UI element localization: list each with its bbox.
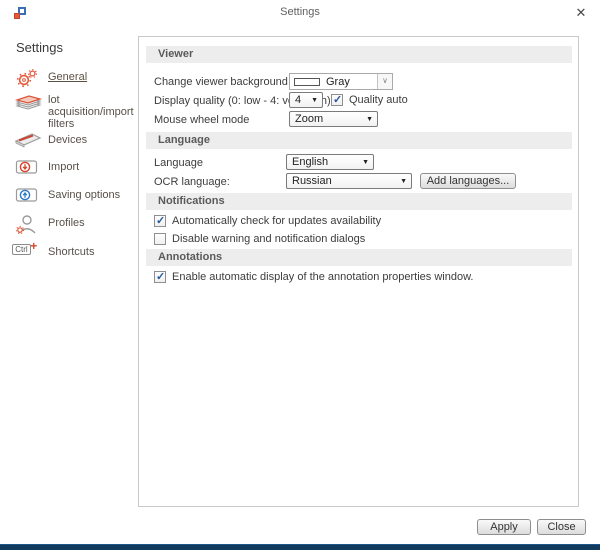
dropdown-arrow-icon: ▼	[311, 97, 318, 104]
sidebar-item-label: lot acquisition/import filters	[48, 94, 134, 130]
gears-icon	[14, 68, 42, 88]
background-color-combobox[interactable]: Gray ∨	[289, 73, 393, 90]
import-arrow-icon	[14, 158, 42, 178]
section-header-language: Language	[146, 132, 572, 149]
sidebar-item-label: Profiles	[48, 217, 85, 229]
check-icon: ✓	[156, 214, 165, 227]
sidebar-item-label: General	[48, 71, 87, 83]
gray-color-swatch	[294, 78, 320, 86]
apply-button[interactable]: Apply	[477, 519, 531, 535]
ocr-language-label: OCR language:	[154, 176, 230, 188]
mouse-wheel-dropdown[interactable]: Zoom ▼	[289, 111, 378, 127]
settings-panel: Viewer Change viewer background color Gr…	[138, 36, 579, 507]
language-label: Language	[154, 157, 203, 169]
dropdown-arrow-icon: ▼	[366, 116, 373, 123]
sheets-stack-icon	[14, 91, 42, 111]
title-bar: Settings ✕	[0, 0, 600, 26]
language-dropdown[interactable]: English ▼	[286, 154, 374, 170]
dropdown-arrow-icon: ▼	[362, 159, 369, 166]
scanner-icon	[14, 131, 42, 151]
sidebar-item-label: Import	[48, 161, 79, 173]
section-header-annotations: Annotations	[146, 249, 572, 266]
window-title: Settings	[0, 6, 600, 18]
check-icon: ✓	[156, 270, 165, 283]
sidebar-heading: Settings	[16, 40, 63, 55]
display-quality-dropdown[interactable]: 4 ▼	[289, 92, 323, 108]
ctrl-plus-icon: Ctrl +	[12, 243, 40, 263]
check-icon: ✓	[333, 93, 342, 106]
sidebar-item-label: Devices	[48, 134, 87, 146]
chevron-down-icon[interactable]: ∨	[377, 74, 392, 89]
section-header-viewer: Viewer	[146, 46, 572, 63]
close-button[interactable]: Close	[537, 519, 586, 535]
section-header-notifications: Notifications	[146, 193, 572, 210]
sidebar-item-label: Saving options	[48, 189, 120, 201]
sidebar-item-label: Shortcuts	[48, 246, 94, 258]
dropdown-arrow-icon: ▼	[400, 178, 407, 185]
person-gear-icon	[14, 214, 42, 234]
ocr-language-dropdown[interactable]: Russian ▼	[286, 173, 412, 189]
close-icon[interactable]: ✕	[572, 4, 590, 22]
mouse-wheel-label: Mouse wheel mode	[154, 114, 249, 126]
add-languages-button[interactable]: Add languages...	[420, 173, 516, 189]
desktop-edge-strip	[0, 544, 600, 550]
save-arrow-icon	[14, 186, 42, 206]
